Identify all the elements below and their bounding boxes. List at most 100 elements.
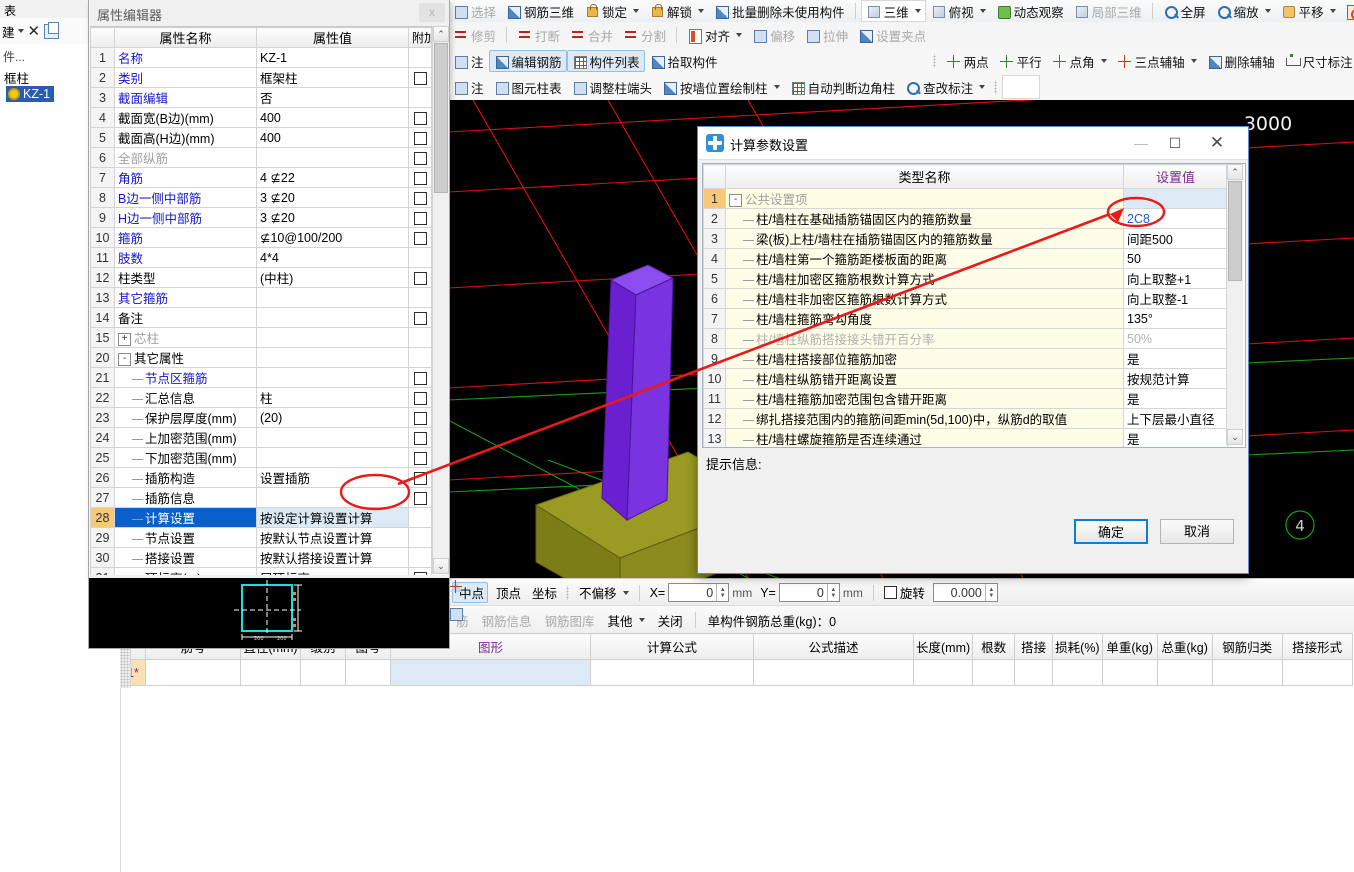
property-row-append[interactable] xyxy=(408,307,432,328)
property-row-append[interactable] xyxy=(408,107,432,128)
property-row[interactable]: 9 H边一侧中部筋 3 ⊈20 xyxy=(90,207,432,228)
append-checkbox[interactable] xyxy=(413,571,427,575)
ribbon-cube[interactable]: 三维 xyxy=(860,0,926,22)
property-row-value[interactable]: 400 xyxy=(256,107,409,128)
property-row[interactable]: 31 顶标高(m) 层顶标高 xyxy=(90,567,432,575)
property-row-name[interactable]: 其它箍筋 xyxy=(114,287,257,308)
ribbon-element-column-table[interactable]: 图元柱表 xyxy=(489,76,567,98)
property-row[interactable]: 1 名称 KZ-1 xyxy=(90,47,432,68)
ribbon-three-point-axis[interactable]: 三点辅轴 xyxy=(1112,50,1202,72)
property-row-append[interactable] xyxy=(408,47,432,68)
new-component-button[interactable]: 建 xyxy=(2,22,24,41)
ribbon-rebar-3d[interactable]: 钢筋三维 xyxy=(501,0,579,22)
property-row-name[interactable]: 截面编辑 xyxy=(114,87,257,108)
dialog-row[interactable]: 7 柱/墙柱箍筋弯勾角度 135° xyxy=(703,308,1228,329)
dialog-row-value[interactable]: 向上取整+1 xyxy=(1123,268,1228,289)
ribbon-lock[interactable]: 锁定 xyxy=(579,0,644,22)
ribbon-pick-component[interactable]: 拾取构件 xyxy=(645,50,723,72)
dialog-row-value[interactable]: 间距500 xyxy=(1123,228,1228,249)
x-input[interactable]: 0 ▲ ▼ xyxy=(668,583,730,602)
property-row-name[interactable]: 插筋构造 xyxy=(114,467,257,488)
rebar-col-单重(kg)[interactable]: 单重(kg) xyxy=(1101,633,1158,660)
dialog-row-value[interactable]: 上下层最小直径 xyxy=(1123,408,1228,429)
property-row-append[interactable] xyxy=(408,427,432,448)
property-row-name[interactable]: B边一侧中部筋 xyxy=(114,187,257,208)
property-row[interactable]: 30 搭接设置 按默认搭接设置计算 xyxy=(90,547,432,568)
dialog-row-name[interactable]: - 公共设置项 xyxy=(725,188,1124,209)
ribbon-dimension[interactable]: 尺寸标注 xyxy=(1280,50,1354,72)
x-input-value[interactable]: 0 xyxy=(669,586,716,600)
ribbon-topview[interactable]: 俯视 xyxy=(926,0,991,22)
property-row[interactable]: 11 肢数 4*4 xyxy=(90,247,432,268)
rebar-col-搭接[interactable]: 搭接 xyxy=(1014,633,1054,660)
property-row-value[interactable]: 按默认节点设置计算 xyxy=(256,527,409,548)
tree-item-kz1[interactable]: KZ-1 xyxy=(6,86,55,102)
ribbon-draw-column-by-wall[interactable]: 按墙位置绘制柱 xyxy=(657,76,785,98)
append-checkbox[interactable] xyxy=(413,411,427,425)
property-row-append[interactable] xyxy=(408,147,432,168)
property-row-value[interactable] xyxy=(256,287,409,308)
property-row-append[interactable] xyxy=(408,247,432,268)
property-row[interactable]: 27 插筋信息 xyxy=(90,487,432,508)
property-row-append[interactable] xyxy=(408,447,432,468)
chevron-down-icon[interactable] xyxy=(979,85,986,89)
property-row-append[interactable] xyxy=(408,467,432,488)
property-row-value[interactable] xyxy=(256,427,409,448)
snap-coordinate[interactable]: 坐标 xyxy=(449,580,560,603)
property-row-name[interactable]: 箍筋 xyxy=(114,227,257,248)
rebar-col-根数[interactable]: 根数 xyxy=(972,633,1016,660)
chevron-down-icon[interactable] xyxy=(622,590,629,595)
rebar-col-搭接形式[interactable]: 搭接形式 xyxy=(1281,633,1353,660)
chevron-down-icon[interactable] xyxy=(1100,59,1107,63)
property-row-append[interactable] xyxy=(408,527,432,548)
rebar-cell[interactable] xyxy=(145,659,241,686)
toolbar-grip[interactable] xyxy=(932,54,937,68)
ribbon-two-point[interactable]: 两点 xyxy=(941,50,994,72)
chevron-down-icon[interactable] xyxy=(736,33,743,37)
ribbon-orbit[interactable]: 动态观察 xyxy=(991,0,1069,22)
dialog-row-name[interactable]: 柱/墙柱箍筋加密范围包含错开距离 xyxy=(725,388,1124,409)
property-row-append[interactable] xyxy=(408,187,432,208)
ribbon-point-angle[interactable]: 点角 xyxy=(1047,50,1112,72)
property-row-append[interactable] xyxy=(408,127,432,148)
ribbon-component-list[interactable]: 构件列表 xyxy=(566,50,645,72)
dialog-row-value[interactable]: 向上取整-1 xyxy=(1123,288,1228,309)
property-row-value[interactable]: ⊈10@100/200 xyxy=(256,227,409,248)
append-checkbox[interactable] xyxy=(413,271,427,285)
rebar-cell[interactable] xyxy=(300,659,346,686)
property-row-name[interactable]: 肢数 xyxy=(114,247,257,268)
dialog-row[interactable]: 8 柱/墙柱纵筋搭接接头错开百分率 50% xyxy=(703,328,1228,349)
property-row-value[interactable] xyxy=(256,367,409,388)
property-row-append[interactable] xyxy=(408,407,432,428)
chevron-down-icon[interactable] xyxy=(633,9,640,13)
property-row-name[interactable]: 计算设置 xyxy=(114,507,257,528)
property-row[interactable]: 20- 其它属性 xyxy=(90,347,432,368)
cancel-button[interactable]: 取消 xyxy=(1160,519,1234,544)
chevron-down-icon[interactable] xyxy=(914,9,921,13)
property-row[interactable]: 26 插筋构造 设置插筋 xyxy=(90,467,432,488)
rebar-col-长度(mm)[interactable]: 长度(mm) xyxy=(912,633,974,660)
dialog-row[interactable]: 3 梁(板)上柱/墙柱在插筋锚固区内的箍筋数量 间距500 xyxy=(703,228,1228,249)
tool-close-panel[interactable]: 关闭 xyxy=(450,608,686,631)
property-row-append[interactable] xyxy=(408,547,432,568)
dialog-row[interactable]: 1- 公共设置项 xyxy=(703,188,1228,209)
append-checkbox[interactable] xyxy=(413,131,427,145)
ribbon-delete-axis[interactable]: 删除辅轴 xyxy=(1202,50,1280,72)
property-row-value[interactable]: KZ-1 xyxy=(256,47,409,68)
rebar-col-钢筋归类[interactable]: 钢筋归类 xyxy=(1211,633,1283,660)
property-row-value[interactable]: 层顶标高 xyxy=(256,567,409,575)
property-row-value[interactable] xyxy=(256,307,409,328)
y-input-stepper[interactable]: ▲ ▼ xyxy=(826,584,839,601)
append-checkbox[interactable] xyxy=(413,371,427,385)
expander-icon[interactable]: - xyxy=(729,194,742,208)
delete-x-icon[interactable]: ✕ xyxy=(28,24,41,39)
y-input[interactable]: 0 ▲ ▼ xyxy=(778,583,840,602)
ribbon-edit-rebar[interactable]: 编辑钢筋 xyxy=(488,50,567,72)
property-row-value[interactable]: 框架柱 xyxy=(256,67,409,88)
chevron-down-icon[interactable] xyxy=(698,9,705,13)
dialog-row[interactable]: 9 柱/墙柱搭接部位箍筋加密 是 xyxy=(703,348,1228,369)
ribbon-adjust-column-end[interactable]: 调整柱端头 xyxy=(567,76,658,98)
property-row-append[interactable] xyxy=(408,167,432,188)
dialog-scroll-up-icon[interactable]: ⌃ xyxy=(1227,164,1243,180)
ribbon-parallel[interactable]: 平行 xyxy=(994,50,1047,72)
